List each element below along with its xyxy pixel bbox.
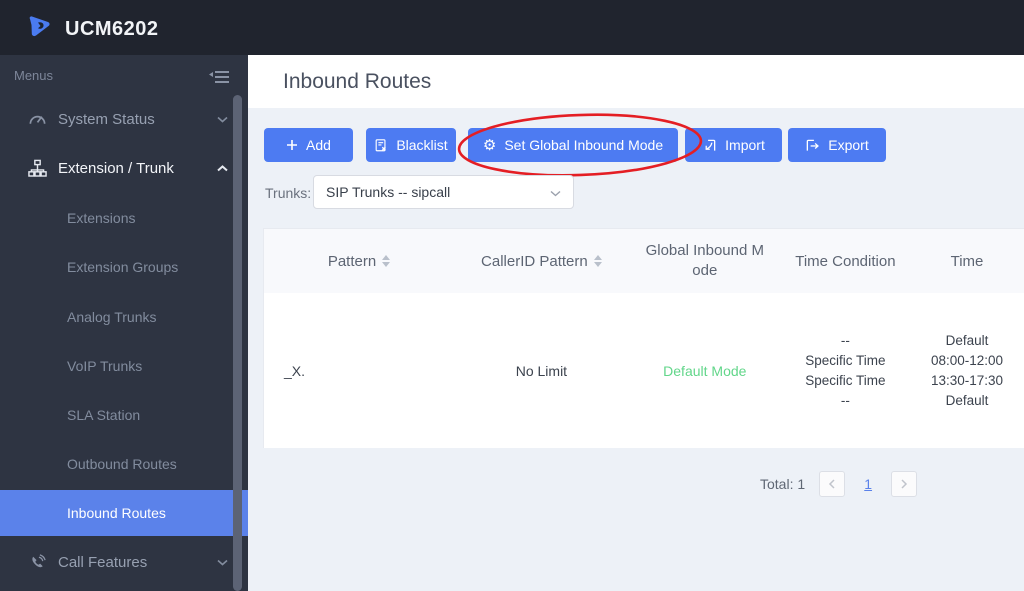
sidebar-item-voip-trunks[interactable]: VoIP Trunks — [0, 343, 248, 389]
chevron-up-icon — [217, 159, 228, 177]
time-condition-line: -- — [840, 392, 850, 408]
cell-time: Default 08:00-12:00 13:30-17:30 Default — [910, 331, 1024, 411]
export-button[interactable]: Export — [788, 128, 886, 162]
table-row[interactable]: _X. No Limit Default Mode -- Specific Ti… — [264, 293, 1024, 448]
next-page-button[interactable] — [891, 471, 918, 497]
blacklist-button-label: Blacklist — [396, 137, 448, 153]
prev-page-button[interactable] — [819, 471, 846, 497]
time-condition-line: Specific Time — [805, 352, 886, 368]
sidebar: Menus System Status Extension / Trunk Ex… — [0, 55, 248, 591]
grandstream-logo-icon — [26, 13, 53, 45]
chevron-down-icon — [217, 553, 228, 571]
topbar: UCM6202 — [0, 0, 1024, 55]
trunks-filter-label: Trunks: — [265, 185, 312, 201]
sidebar-item-label: Call Features — [58, 553, 148, 571]
chevron-down-icon — [550, 184, 561, 200]
sort-icon[interactable] — [382, 255, 391, 267]
device-model-title: UCM6202 — [65, 17, 159, 40]
time-condition-line: -- — [840, 332, 850, 348]
add-button[interactable]: Add — [264, 128, 353, 162]
time-line: 13:30-17:30 — [930, 372, 1004, 388]
gear-icon: ⚙ — [482, 135, 497, 154]
menus-header: Menus — [0, 63, 248, 91]
column-header-time: Time — [910, 253, 1024, 270]
import-button-label: Import — [725, 137, 765, 153]
import-icon — [705, 139, 716, 151]
time-condition-line: Specific Time — [805, 372, 886, 388]
set-global-inbound-mode-label: Set Global Inbound Mode — [504, 137, 664, 153]
gauge-icon — [27, 109, 47, 129]
sidebar-item-extension-trunk[interactable]: Extension / Trunk — [0, 145, 248, 191]
time-line: Default — [945, 392, 989, 408]
sidebar-item-analog-trunks[interactable]: Analog Trunks — [0, 294, 248, 340]
cell-pattern: _X. — [284, 362, 306, 379]
plus-icon — [287, 140, 298, 150]
chevron-down-icon — [217, 110, 228, 128]
cell-time-condition: -- Specific Time Specific Time -- — [781, 331, 910, 411]
time-line: Default — [945, 332, 989, 348]
sidebar-item-label: Analog Trunks — [67, 309, 157, 325]
sidebar-scrollbar[interactable] — [233, 95, 242, 591]
column-label: Pattern — [327, 252, 377, 270]
page-number-current[interactable]: 1 — [863, 476, 873, 492]
column-header-callerid-pattern[interactable]: CallerID Pattern — [454, 253, 629, 270]
phone-icon — [27, 552, 47, 572]
sidebar-item-label: System Status — [58, 110, 155, 128]
set-global-inbound-mode-button[interactable]: ⚙ Set Global Inbound Mode — [468, 128, 678, 162]
column-label: Global Inbound Mode — [645, 241, 764, 279]
column-header-global-inbound-mode: Global Inbound Mode — [629, 241, 781, 282]
column-label: Time Condition — [795, 252, 896, 270]
total-count-label: Total: 1 — [760, 476, 806, 492]
sidebar-item-sla-station[interactable]: SLA Station — [0, 392, 248, 438]
pagination: Total: 1 1 — [760, 470, 918, 498]
sidebar-item-label: Extension Groups — [67, 259, 179, 275]
trunks-select-value: SIP Trunks -- sipcall — [326, 184, 451, 200]
ucm-admin-app: UCM6202 Menus System Status Extension / … — [0, 0, 1024, 591]
time-line: 08:00-12:00 — [930, 352, 1004, 368]
sidebar-item-extension-groups[interactable]: Extension Groups — [0, 244, 248, 290]
sidebar-item-extensions[interactable]: Extensions — [0, 195, 248, 241]
add-button-label: Add — [306, 137, 331, 153]
sidebar-item-label: Inbound Routes — [67, 505, 166, 521]
inbound-routes-table: Pattern CallerID Pattern Global Inbound … — [263, 228, 1024, 448]
sidebar-item-call-features[interactable]: Call Features — [0, 539, 248, 585]
column-header-time-condition: Time Condition — [781, 253, 910, 270]
blacklist-button[interactable]: Blacklist — [366, 128, 456, 162]
sidebar-item-label: Extension / Trunk — [58, 159, 174, 177]
cell-global-inbound-mode: Default Mode — [663, 362, 747, 379]
export-button-label: Export — [828, 137, 869, 153]
sidebar-item-system-status[interactable]: System Status — [0, 96, 248, 142]
column-label: CallerID Pattern — [481, 252, 588, 270]
table-header-row: Pattern CallerID Pattern Global Inbound … — [264, 229, 1024, 293]
export-icon — [806, 139, 820, 151]
import-button[interactable]: Import — [685, 128, 782, 162]
column-label: Time — [950, 252, 984, 270]
sidebar-item-inbound-routes[interactable]: Inbound Routes — [0, 490, 248, 536]
page-title: Inbound Routes — [283, 70, 432, 93]
menus-label: Menus — [14, 68, 54, 83]
sitemap-icon — [27, 158, 47, 178]
sidebar-item-outbound-routes[interactable]: Outbound Routes — [0, 441, 248, 487]
sidebar-item-label: SLA Station — [67, 407, 141, 423]
sidebar-item-label: VoIP Trunks — [67, 358, 143, 374]
trunks-select[interactable]: SIP Trunks -- sipcall — [313, 175, 574, 209]
column-header-pattern[interactable]: Pattern — [264, 253, 454, 270]
blacklist-icon — [375, 138, 387, 151]
brand: UCM6202 — [26, 13, 159, 45]
sidebar-collapse-icon[interactable] — [208, 69, 230, 90]
cell-callerid-pattern: No Limit — [515, 362, 568, 379]
sidebar-item-label: Extensions — [67, 210, 136, 226]
sidebar-item-label: Outbound Routes — [67, 456, 177, 472]
sort-icon[interactable] — [593, 255, 602, 267]
